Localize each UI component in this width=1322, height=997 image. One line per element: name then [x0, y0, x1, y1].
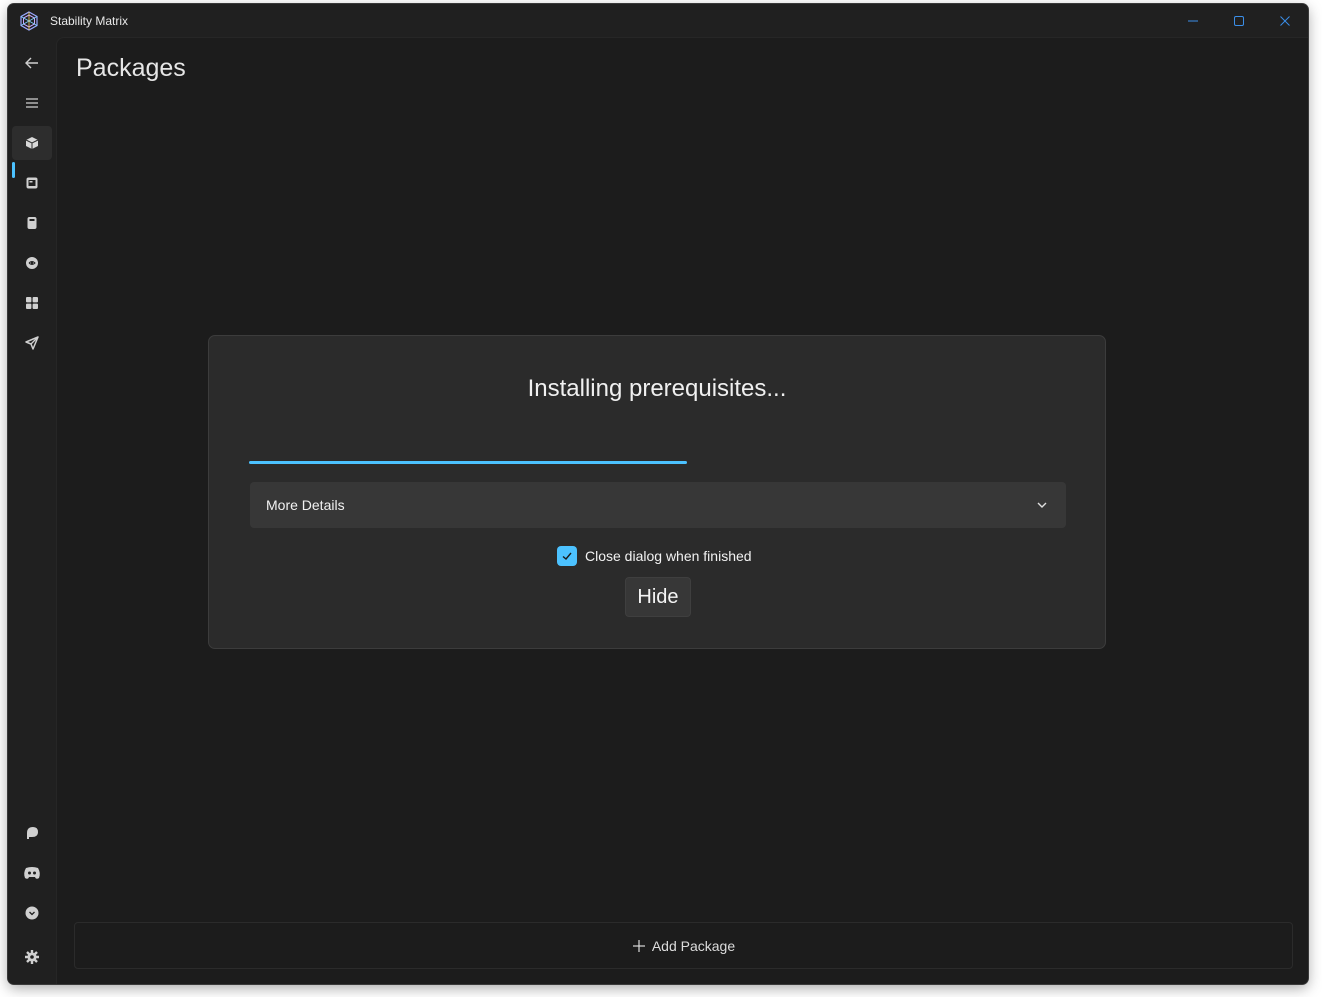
maximize-button[interactable]	[1216, 4, 1262, 37]
window-title: Stability Matrix	[50, 14, 129, 28]
close-when-finished-label: Close dialog when finished	[585, 548, 752, 564]
sidebar-nav	[8, 37, 56, 984]
close-when-finished-checkbox[interactable]	[557, 546, 577, 566]
grid-apps-icon	[26, 297, 38, 309]
more-details-expander[interactable]: More Details	[250, 482, 1066, 528]
chevron-down-icon	[1037, 502, 1047, 508]
gear-icon	[25, 950, 39, 964]
maximize-icon	[1234, 15, 1244, 26]
sidebar-item-patreon[interactable]	[12, 816, 52, 850]
app-window: Stability Matrix Packages Add Package In…	[8, 4, 1308, 984]
install-progress-dialog: Installing prerequisites... More Details…	[208, 335, 1106, 649]
discord-icon	[24, 867, 40, 879]
close-when-finished-row[interactable]: Close dialog when finished	[557, 546, 752, 566]
title-bar[interactable]: Stability Matrix	[8, 4, 1308, 37]
sidebar-item-menu[interactable]	[12, 86, 52, 120]
more-details-label: More Details	[266, 497, 345, 513]
sidebar-item-model-browser[interactable]	[12, 246, 52, 280]
close-icon	[1280, 15, 1290, 26]
back-arrow-icon	[25, 57, 38, 69]
add-package-label: Add Package	[651, 937, 736, 954]
patreon-icon	[27, 827, 38, 839]
notebook-icon	[27, 217, 37, 229]
hide-button[interactable]: Hide	[625, 577, 691, 617]
hamburger-menu-icon	[26, 98, 38, 108]
stability-matrix-logo-icon	[20, 11, 38, 31]
sidebar-item-back[interactable]	[12, 46, 52, 80]
sidebar-item-checkpoints[interactable]	[12, 206, 52, 240]
page-title: Packages	[76, 54, 186, 82]
sidebar-item-download[interactable]	[12, 896, 52, 930]
add-package-button[interactable]: Add Package	[74, 922, 1293, 969]
sidebar-item-settings[interactable]	[12, 940, 52, 974]
minimize-icon	[1188, 20, 1198, 21]
brain-icon	[26, 257, 38, 269]
sidebar-item-discord[interactable]	[12, 856, 52, 890]
close-button[interactable]	[1262, 4, 1308, 37]
image-frame-icon	[26, 177, 38, 189]
checkmark-icon	[562, 552, 572, 560]
sidebar-item-workflows[interactable]	[12, 326, 52, 360]
minimize-button[interactable]	[1170, 4, 1216, 37]
download-circle-icon	[25, 906, 39, 920]
dialog-title: Installing prerequisites...	[527, 375, 787, 402]
progress-bar	[249, 461, 1067, 464]
sidebar-item-inference[interactable]	[12, 166, 52, 200]
plus-icon	[632, 939, 645, 952]
progress-bar-fill	[249, 461, 687, 464]
sidebar-item-packages[interactable]	[12, 126, 52, 160]
package-box-icon	[25, 137, 39, 149]
sidebar-item-outputs[interactable]	[12, 286, 52, 320]
send-icon	[25, 336, 39, 350]
